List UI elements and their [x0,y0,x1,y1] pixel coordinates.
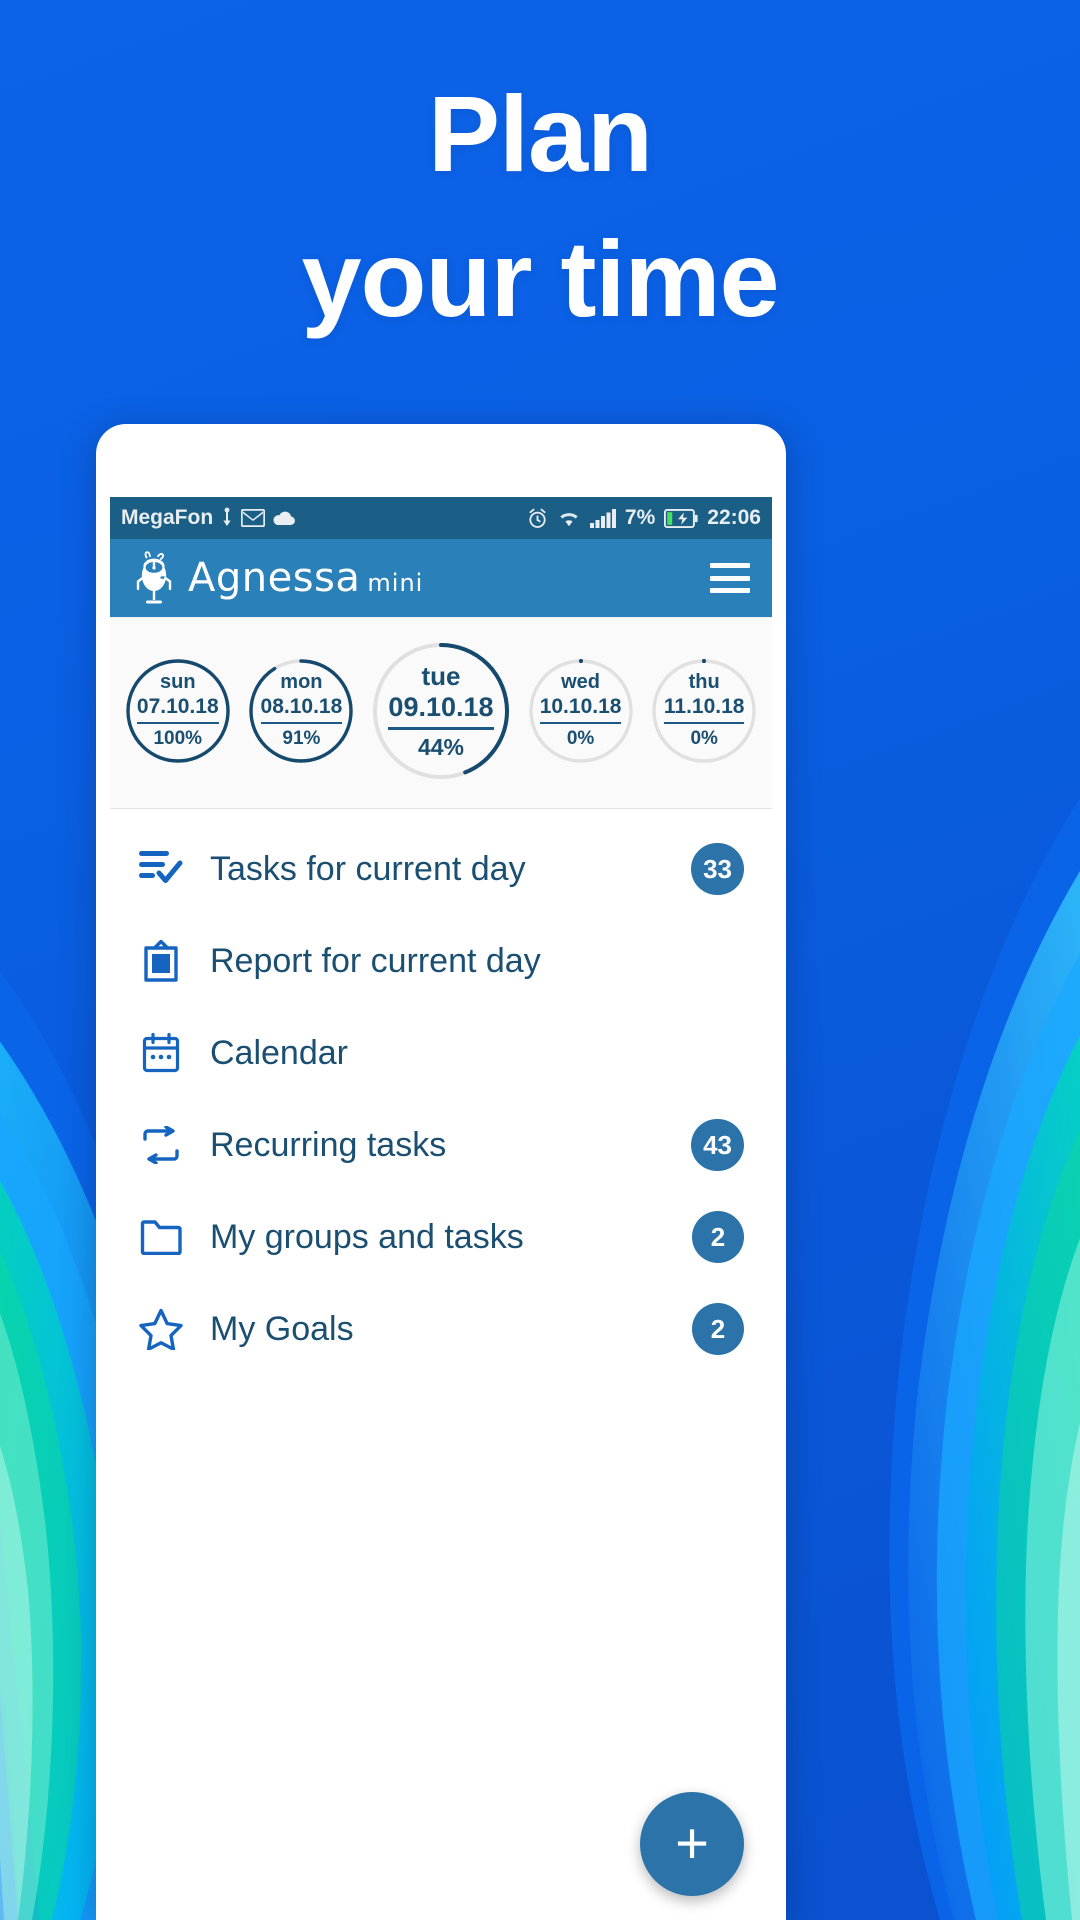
day-label: wed [561,671,601,694]
usb-icon [220,507,234,529]
day-progress-wed[interactable]: wed 10.10.18 0% [527,657,635,765]
day-label: tue [421,661,461,692]
day-percent: 44% [417,733,464,760]
status-time: 22:06 [707,506,761,529]
menu-item-tasks-for-current-day[interactable]: Tasks for current day 33 [110,823,772,915]
day-progress-thu[interactable]: thu 11.10.18 0% [650,657,758,765]
day-label: thu [688,671,720,694]
headline-line-2: your time [301,217,779,339]
day-percent: 0% [690,728,718,750]
signal-bars-icon [589,508,616,528]
plus-icon: + [675,1811,709,1876]
brand-suffix: mini [367,569,424,597]
wifi-icon [557,509,581,527]
page-title: Plan your time [0,62,1080,351]
battery-percent: 7% [624,506,656,529]
menu-item-label: My groups and tasks [210,1217,524,1256]
menu-item-label: My Goals [210,1309,354,1348]
day-date: 10.10.18 [539,695,622,725]
brand-name: Agnessa [188,555,361,601]
menu-item-report-for-current-day[interactable]: Report for current day [110,915,772,1007]
menu-item-label: Report for current day [210,941,541,980]
day-date: 07.10.18 [136,695,219,725]
status-carrier: MegaFon [121,506,214,529]
cloud-icon [272,510,296,526]
headline-line-1: Plan [427,73,653,194]
menu-item-badge: 2 [692,1303,744,1355]
day-progress-mon[interactable]: mon 08.10.18 91% [247,657,355,765]
phone-screen: MegaFon 7% 22:06 Agnessa mini sun 07.10.… [110,497,772,1920]
day-percent: 100% [153,728,203,750]
task-list-check-icon [138,846,184,892]
day-label: mon [280,671,323,694]
brand-title: Agnessa mini [188,555,423,601]
phone-mockup: MegaFon 7% 22:06 Agnessa mini sun 07.10.… [96,424,786,1920]
alarm-icon [527,508,548,529]
light-rays-right [750,640,1080,1920]
folder-icon [138,1214,184,1260]
star-icon [138,1306,184,1352]
menu-item-badge: 33 [691,843,744,895]
day-progress-tue[interactable]: tue 09.10.18 44% [371,641,511,781]
menu-item-my-groups-and-tasks[interactable]: My groups and tasks 2 [110,1191,772,1283]
menu-item-label: Recurring tasks [210,1125,447,1164]
status-bar: MegaFon 7% 22:06 [110,497,772,539]
menu-item-recurring-tasks[interactable]: Recurring tasks 43 [110,1099,772,1191]
day-date: 08.10.18 [260,695,343,725]
days-strip: sun 07.10.18 100% mon 08.10.18 91% tue 09.10.18… [110,617,772,809]
day-percent: 91% [282,728,321,750]
main-menu-list: Tasks for current day 33 Report for curren… [110,809,772,1375]
day-date: 11.10.18 [663,695,745,725]
menu-item-badge: 43 [691,1119,744,1171]
battery-charging-icon [664,508,698,528]
day-label: sun [160,671,196,694]
day-percent: 0% [566,728,595,750]
menu-item-calendar[interactable]: Calendar [110,1007,772,1099]
robot-mascot-icon [132,551,176,605]
day-progress-sun[interactable]: sun 07.10.18 100% [124,657,232,765]
clipboard-icon [138,938,184,984]
app-bar: Agnessa mini [110,539,772,617]
hamburger-menu-icon[interactable] [710,563,750,593]
menu-item-my-goals[interactable]: My Goals 2 [110,1283,772,1375]
menu-item-label: Tasks for current day [210,849,526,888]
menu-item-badge: 2 [692,1211,744,1263]
menu-item-label: Calendar [210,1033,348,1072]
repeat-icon [138,1122,184,1168]
day-date: 09.10.18 [388,692,494,730]
calendar-icon [138,1030,184,1076]
days-list: sun 07.10.18 100% mon 08.10.18 91% tue 09.10.18… [110,628,772,794]
add-task-fab[interactable]: + [640,1792,744,1896]
mail-icon [241,509,266,527]
